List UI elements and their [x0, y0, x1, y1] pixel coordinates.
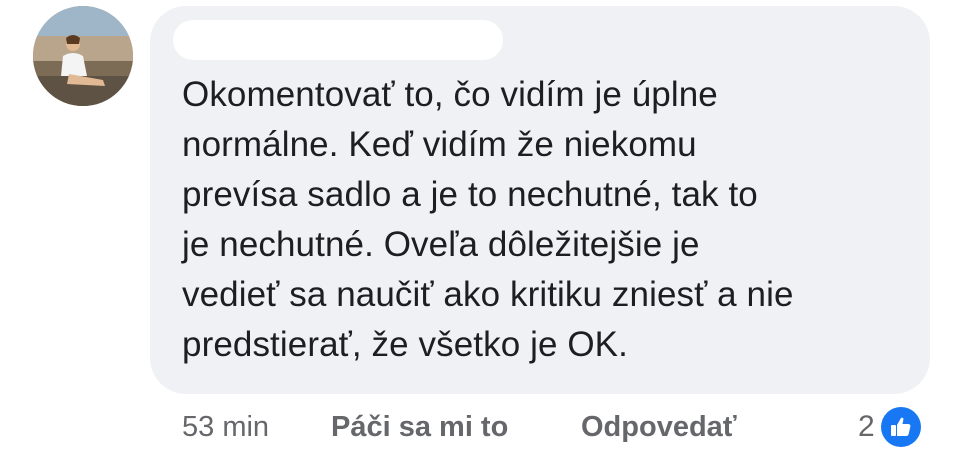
comment-text-line: je nechutné. Oveľa dôležitejšie je [182, 225, 700, 264]
comment-text-line: Okomentovať to, čo vidím je úplne [182, 75, 718, 114]
avatar[interactable] [33, 6, 133, 106]
comment-text-line: predstierať, že všetko je OK. [182, 325, 628, 364]
reaction-count: 2 [858, 410, 875, 443]
comment-container: Okomentovať to, čo vidím je úplne normál… [0, 0, 970, 474]
author-name-redacted [173, 20, 503, 60]
comment-text-line: vedieť sa naučiť ako kritiku zniesť a ni… [182, 275, 794, 314]
comment-text: Okomentovať to, čo vidím je úplne normál… [182, 70, 902, 370]
comment-text-line: prevísa sadlo a je to nechutné, tak to [182, 175, 758, 214]
like-button[interactable]: Páči sa mi to [331, 405, 508, 449]
profile-photo-icon [33, 6, 133, 106]
comment-bubble: Okomentovať to, čo vidím je úplne normál… [150, 6, 930, 394]
comment-timestamp[interactable]: 53 min [182, 405, 269, 449]
reaction-summary[interactable]: 2 [858, 404, 921, 450]
thumbs-up-icon [880, 407, 921, 447]
comment-text-line: normálne. Keď vidím že niekomu [182, 125, 697, 164]
reply-button[interactable]: Odpovedať [581, 405, 737, 449]
